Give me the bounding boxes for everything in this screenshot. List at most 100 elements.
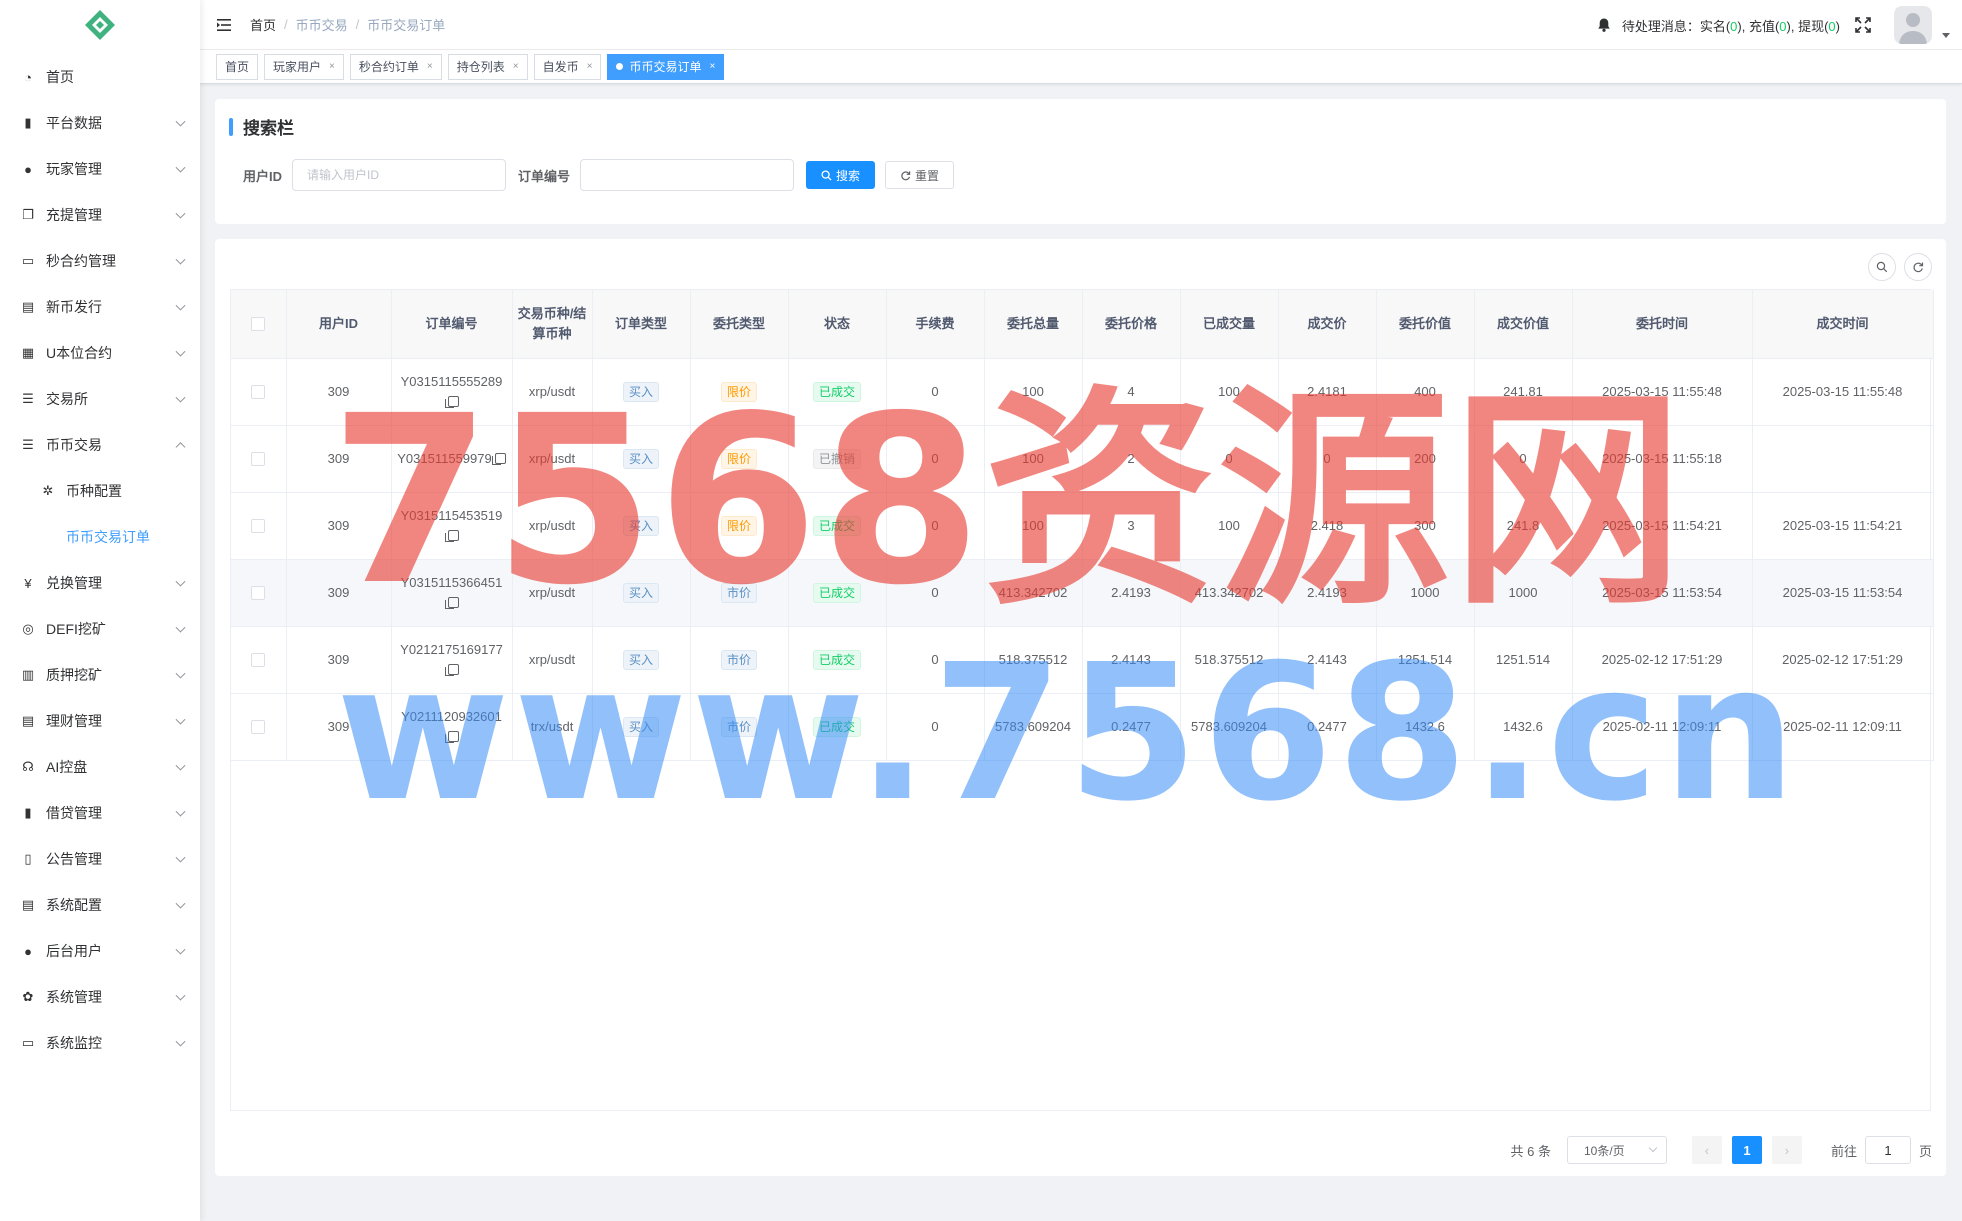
sidebar-item[interactable]: ● 后台用户	[0, 928, 200, 974]
reset-button[interactable]: 重置	[885, 161, 955, 189]
page-number-button[interactable]: 1	[1731, 1136, 1762, 1164]
cell-order-type: 买入	[592, 425, 691, 493]
prev-page-button[interactable]: ‹	[1691, 1136, 1722, 1164]
logo-icon	[85, 10, 115, 40]
reset-button-label: 重置	[915, 168, 940, 183]
column-header: 状态	[788, 290, 887, 359]
sidebar-item[interactable]: ✿ 系统管理	[0, 974, 200, 1020]
sidebar-item[interactable]: 币币交易订单	[0, 514, 200, 560]
tab-tag[interactable]: 持仓列表 ×	[447, 53, 528, 80]
fullscreen-icon[interactable]	[1854, 16, 1872, 34]
refresh-icon	[1913, 262, 1924, 273]
sidebar-item[interactable]: ▯ 公告管理	[0, 836, 200, 882]
gear-circle-icon: ✲	[42, 483, 54, 498]
order-type-tag: 买入	[622, 716, 659, 737]
copy-icon[interactable]	[491, 452, 506, 465]
copy-icon: ❐	[22, 207, 34, 222]
table-row[interactable]: 309 Y0315115453519 xrp/usdt 买入 限价 已成交 0 100 3 100…	[231, 492, 1934, 560]
select-all-checkbox[interactable]	[251, 317, 266, 332]
order-no-text: Y0315115555289	[400, 373, 503, 389]
close-icon[interactable]: ×	[709, 55, 715, 79]
row-checkbox[interactable]	[251, 519, 266, 534]
cell-deal-time: 2025-03-15 11:55:48	[1752, 358, 1934, 426]
cell-entrust-value: 400	[1376, 358, 1475, 426]
cell-fee: 0	[886, 358, 985, 426]
tab-tag[interactable]: 玩家用户 ×	[264, 53, 344, 80]
chevron-down-icon	[175, 116, 186, 127]
table-row[interactable]: 309 Y0212175169177 xrp/usdt 买入 市价 已成交 0 518.375…	[231, 626, 1934, 694]
table-row[interactable]: 309 Y0211120932601 trx/usdt 买入 市价 已成交 0 5783.60…	[231, 693, 1934, 761]
close-icon[interactable]: ×	[513, 55, 519, 79]
search-panel: 搜索栏 用户ID 订单编号 搜索 重置	[215, 99, 1946, 224]
sidebar-item[interactable]: ❐ 充提管理	[0, 192, 200, 238]
orders-table-wrapper: 用户ID 订单编号 交易币种/结算币种 订单类型 委托类型 状态 手续费 委托总量 委托价格 已成…	[230, 289, 1934, 1111]
sidebar-item[interactable]: ☰ 币币交易	[0, 422, 200, 468]
sidebar-item[interactable]: ▭ 秒合约管理	[0, 238, 200, 284]
bell-icon[interactable]	[1596, 17, 1612, 33]
tab-tag[interactable]: 秒合约订单 ×	[349, 53, 442, 80]
column-header: 用户ID	[286, 290, 392, 359]
notice-text[interactable]: 待处理消息：实名(0), 充值(0), 提现(0)	[1622, 16, 1840, 35]
logo[interactable]	[0, 0, 200, 50]
user-id-input[interactable]	[292, 159, 507, 191]
copy-icon[interactable]	[444, 529, 459, 542]
sidebar-item[interactable]: ▭ 系统监控	[0, 1020, 200, 1066]
sidebar-item[interactable]: ▥ 质押挖矿	[0, 652, 200, 698]
close-icon[interactable]: ×	[427, 55, 433, 79]
sidebar-item[interactable]: ▤ 新币发行	[0, 284, 200, 330]
row-checkbox[interactable]	[251, 452, 266, 467]
copy-icon[interactable]	[444, 395, 459, 408]
tab-tag[interactable]: 币币交易订单 ×	[607, 53, 725, 80]
sidebar-item[interactable]: ▤ 系统配置	[0, 882, 200, 928]
sidebar-item[interactable]: ▮ 平台数据	[0, 100, 200, 146]
copy-icon[interactable]	[444, 730, 459, 743]
row-checkbox[interactable]	[251, 720, 266, 735]
tab-tag-label: 秒合约订单	[358, 59, 419, 74]
copy-icon[interactable]	[444, 663, 459, 676]
caret-down-icon[interactable]	[1942, 32, 1950, 38]
sidebar-item-label: 交易所	[46, 391, 88, 407]
table-body: 309 Y0315115555289 xrp/usdt 买入 限价 已成交 0 100 4 100…	[231, 358, 1934, 761]
sidebar-item[interactable]: ✲ 币种配置	[0, 468, 200, 514]
cell-filled: 518.375512	[1180, 626, 1279, 694]
sidebar-item[interactable]: ● 玩家管理	[0, 146, 200, 192]
table-row[interactable]: 309 Y0315115366451 xrp/usdt 买入 市价 已成交 0 413.342…	[231, 559, 1934, 627]
search-button[interactable]: 搜索	[806, 161, 876, 189]
sidebar-item[interactable]: ¥ 兑换管理	[0, 560, 200, 606]
close-icon[interactable]: ×	[587, 55, 593, 79]
refresh-icon	[901, 170, 911, 180]
table-row[interactable]: 309 Y031511559979 xrp/usdt 买入 限价 已撤销 0 100 2 0 0 20…	[231, 425, 1934, 493]
sidebar-item[interactable]: ▦ U本位合约	[0, 330, 200, 376]
tab-tag[interactable]: 自发币 ×	[533, 53, 602, 80]
page-size-select[interactable]: 10条/页	[1566, 1136, 1667, 1164]
sidebar-item[interactable]: ◎ DEFI挖矿	[0, 606, 200, 652]
cell-entrust-type: 市价	[690, 693, 789, 761]
close-icon[interactable]: ×	[329, 55, 335, 79]
avatar[interactable]	[1894, 6, 1932, 44]
sidebar-item[interactable]: ▤ 理财管理	[0, 698, 200, 744]
row-checkbox[interactable]	[251, 385, 266, 400]
refresh-table-button[interactable]	[1904, 253, 1932, 281]
cell-total: 518.375512	[984, 626, 1083, 694]
table-row[interactable]: 309 Y0315115555289 xrp/usdt 买入 限价 已成交 0 100 4 100…	[231, 358, 1934, 426]
order-type-tag: 买入	[622, 515, 659, 536]
sidebar-item[interactable]: ◔ 首页	[0, 54, 200, 100]
sidebar-item[interactable]: ☊ AI控盘	[0, 744, 200, 790]
toggle-search-button[interactable]	[1868, 253, 1896, 281]
next-page-button[interactable]: ›	[1771, 1136, 1802, 1164]
breadcrumb-home[interactable]: 首页	[250, 15, 276, 34]
goto-page-input[interactable]: 1	[1864, 1136, 1911, 1164]
sidebar-item[interactable]: ▮ 借贷管理	[0, 790, 200, 836]
hamburger-button[interactable]	[200, 0, 250, 50]
sidebar-item[interactable]: ☰ 交易所	[0, 376, 200, 422]
cell-pair: xrp/usdt	[512, 559, 593, 627]
copy-icon[interactable]	[444, 596, 459, 609]
column-header: 成交时间	[1752, 290, 1934, 359]
row-checkbox[interactable]	[251, 586, 266, 601]
entrust-type-tag: 市价	[720, 582, 757, 603]
tab-tag[interactable]: 首页	[216, 53, 259, 80]
order-no-input[interactable]	[580, 159, 795, 191]
row-select-cell	[231, 626, 287, 694]
tab-tag-label: 自发币	[542, 59, 579, 74]
row-checkbox[interactable]	[251, 653, 266, 668]
